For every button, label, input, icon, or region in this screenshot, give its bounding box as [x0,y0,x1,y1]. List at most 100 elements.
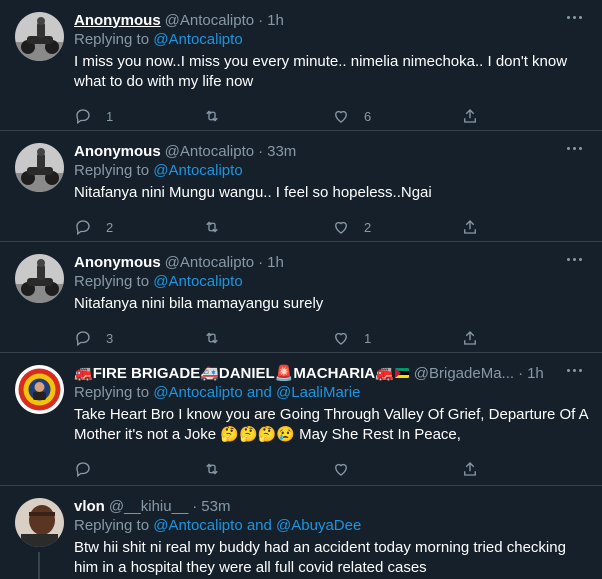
share-button[interactable] [461,329,590,347]
display-name-part[interactable]: DANIEL [219,365,275,382]
motorcycle-avatar-icon [15,254,64,303]
more-options-icon[interactable] [567,147,582,150]
mozambique-flag-icon [394,368,409,378]
mention-link[interactable]: @Antocalipto [153,273,242,290]
tweet-text-tail: May She Rest In Peace, [299,426,461,443]
timestamp[interactable]: 33m [267,143,296,160]
tweet[interactable]: 🚒 FIRE BRIGADE 🚑 DANIEL 🚨 MACHARIA 🚒 @Br… [0,353,602,486]
like-button[interactable]: 2 [332,218,461,236]
retweet-button[interactable] [203,107,332,125]
heart-icon [335,110,347,123]
retweet-icon [206,221,218,233]
fire-engine-emoji-icon: 🚒 [375,365,394,382]
siren-emoji-icon: 🚨 [274,365,294,382]
replying-prefix: Replying to [74,31,154,48]
tweet-text: Btw hii shit ni real my buddy had an acc… [74,539,566,576]
avatar[interactable] [15,12,64,61]
thread-line [38,552,40,579]
display-name[interactable]: vlon [74,498,105,515]
separator: · [258,11,264,29]
replying-prefix: Replying to [74,162,154,179]
retweet-icon [206,110,218,122]
share-icon [464,220,476,234]
replying-to: Replying to @Antocalipto [74,273,590,293]
fire-engine-emoji-icon: 🚒 [74,365,93,382]
ambulance-emoji-icon: 🚑 [200,365,219,382]
motorcycle-avatar-icon [15,143,64,192]
like-count: 2 [364,219,372,235]
reply-button[interactable] [74,460,203,478]
share-button[interactable] [461,218,590,236]
mention-link[interactable]: @Antocalipto [153,517,242,534]
tweet-actions: 3 1 [74,319,590,357]
separator: · [258,142,264,160]
avatar[interactable] [15,254,64,303]
avatar[interactable] [15,365,64,414]
reply-icon [76,109,90,125]
display-name[interactable]: Anonymous [74,12,161,29]
heart-icon [335,332,347,345]
heart-icon [335,221,347,234]
tweet-actions [74,450,590,488]
reply-button[interactable]: 1 [74,107,203,125]
replying-to: Replying to @Antocalipto [74,31,590,51]
timestamp[interactable]: 1h [527,365,544,382]
handle[interactable]: @Antocalipto [165,254,254,271]
share-icon [464,331,476,345]
handle[interactable]: @BrigadeMa... [414,365,514,382]
retweet-button[interactable] [203,329,332,347]
avatar[interactable] [15,498,64,547]
tweet[interactable]: Anonymous @Antocalipto · 1h Replying to … [0,242,602,353]
mention-link[interactable]: @Antocalipto [153,384,242,401]
reply-icon [76,220,90,236]
mention-link[interactable]: @AbuyaDee [276,517,361,534]
reply-icon [76,331,90,347]
timestamp[interactable]: 53m [201,498,230,515]
reply-button[interactable]: 3 [74,329,203,347]
display-name-part[interactable]: FIRE BRIGADE [93,365,201,382]
share-icon [464,462,476,476]
person-avatar-icon [15,498,64,547]
retweet-button[interactable] [203,460,332,478]
thinking-face-emoji-icon: 🤔🤔🤔😢 [220,426,295,443]
tweet-actions: 2 2 [74,208,590,246]
fire-brigade-badge-icon [15,365,64,414]
retweet-icon [206,463,218,475]
reply-icon [76,462,90,478]
more-options-icon[interactable] [567,258,582,261]
tweet[interactable]: Anonymous @Antocalipto · 1h Replying to … [0,0,602,131]
tweet-text: Nitafanya nini bila mamayangu surely [74,295,324,312]
like-button[interactable]: 6 [332,107,461,125]
mention-link[interactable]: @LaaliMarie [276,384,360,401]
more-options-icon[interactable] [567,369,582,372]
handle[interactable]: @__kihiu__ [109,498,188,515]
share-button[interactable] [461,460,590,478]
retweet-button[interactable] [203,218,332,236]
reply-count: 3 [106,330,114,346]
share-button[interactable] [461,107,590,125]
tweet[interactable]: Anonymous @Antocalipto · 33m Replying to… [0,131,602,242]
handle[interactable]: @Antocalipto [165,143,254,160]
mention-link[interactable]: @Antocalipto [153,162,242,179]
replying-prefix: Replying to [74,273,154,290]
like-count: 6 [364,108,372,124]
like-count: 1 [364,330,372,346]
more-options-icon[interactable] [567,16,582,19]
timestamp[interactable]: 1h [267,254,284,271]
like-button[interactable] [332,460,461,478]
handle[interactable]: @Antocalipto [165,12,254,29]
reply-count: 2 [106,219,114,235]
tweet[interactable]: vlon @__kihiu__ · 53m Replying to @Antoc… [0,486,602,579]
replying-and: and [242,384,277,401]
display-name-part[interactable]: MACHARIA [293,365,375,382]
timestamp[interactable]: 1h [267,12,284,29]
tweet-actions: 1 6 [74,97,590,135]
like-button[interactable]: 1 [332,329,461,347]
reply-count: 1 [106,108,114,124]
reply-button[interactable]: 2 [74,218,203,236]
separator: · [518,364,524,382]
mention-link[interactable]: @Antocalipto [153,31,242,48]
display-name[interactable]: Anonymous [74,143,161,160]
avatar[interactable] [15,143,64,192]
display-name[interactable]: Anonymous [74,254,161,271]
